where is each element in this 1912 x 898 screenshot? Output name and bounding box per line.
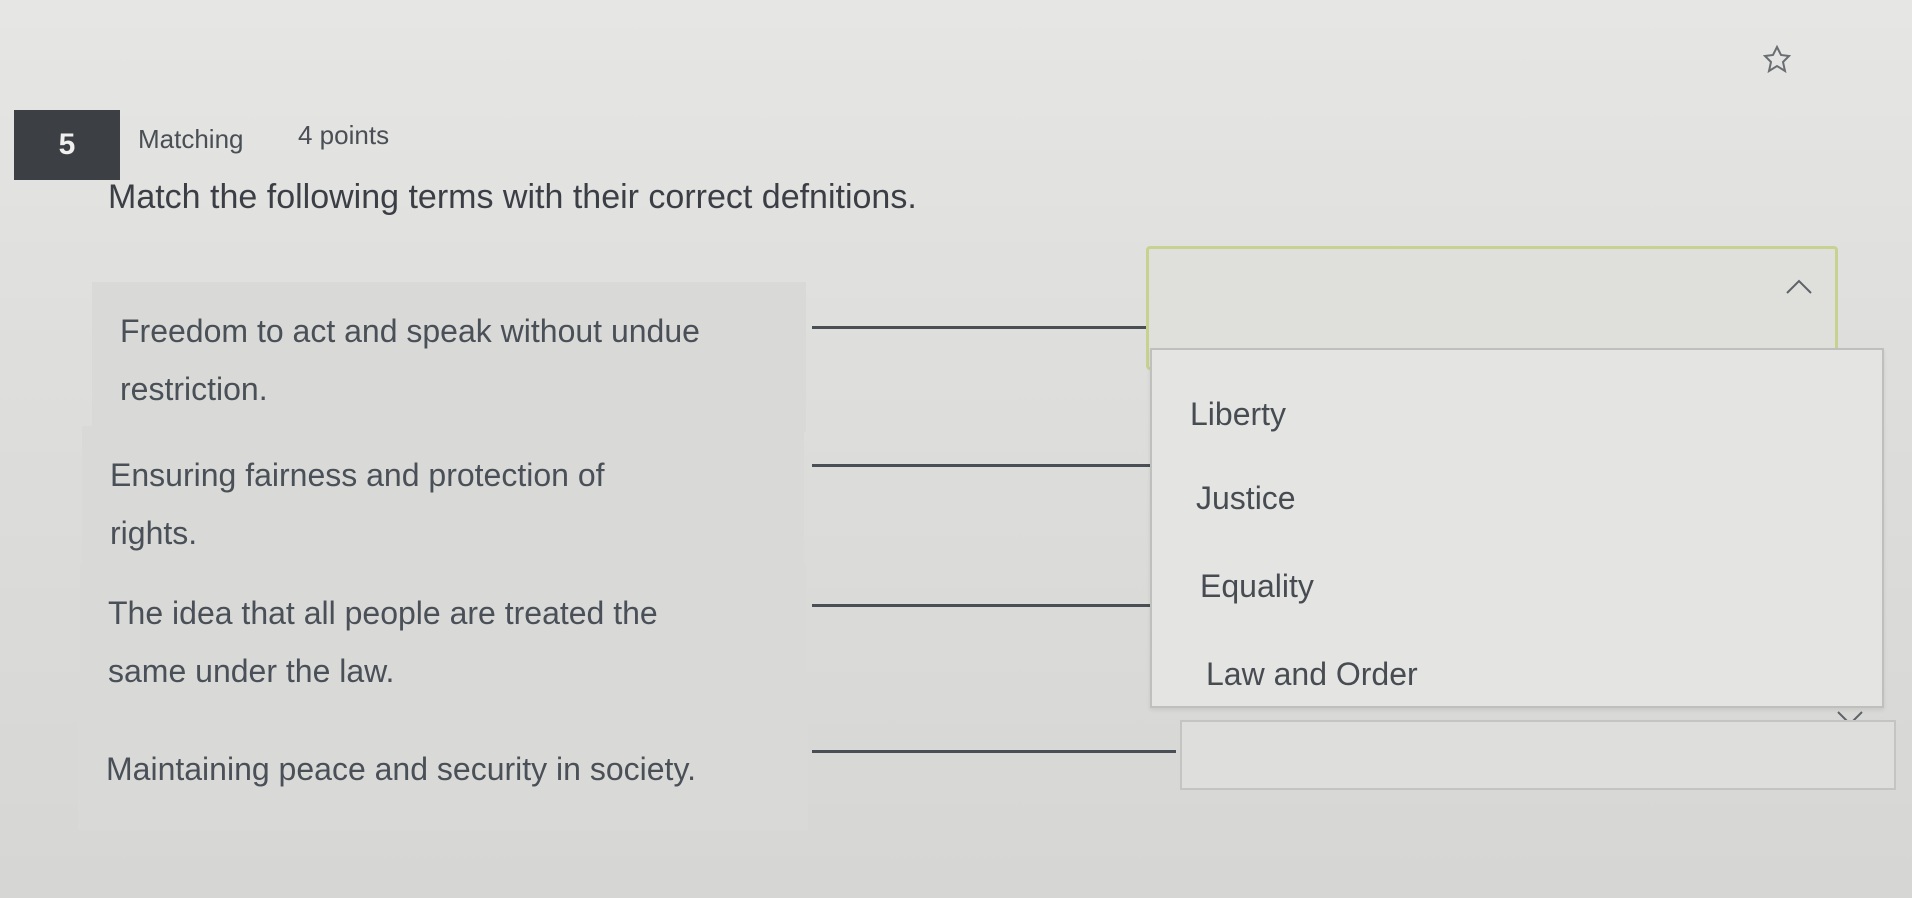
- prompt-card-3: The idea that all people are treated the…: [80, 564, 806, 714]
- prompt-card-1: Freedom to act and speak without undue r…: [92, 282, 806, 432]
- prompt-text-line-1: Maintaining peace and security in societ…: [106, 751, 696, 787]
- prompt-text-line-2: same under the law.: [108, 653, 395, 689]
- question-points-label: 4 points: [298, 120, 390, 150]
- pin-icon[interactable]: [1762, 44, 1792, 74]
- prompt-text-line-2: rights.: [110, 515, 198, 551]
- dropdown-option-liberty[interactable]: Liberty: [1190, 396, 1286, 433]
- question-number-badge: 5: [14, 110, 120, 180]
- dropdown-option-equality[interactable]: Equality: [1200, 568, 1314, 605]
- prompt-text-line-1: Ensuring fairness and protection of: [110, 457, 605, 493]
- dropdown-option-law-and-order[interactable]: Law and Order: [1206, 656, 1418, 693]
- prompt-card-4: Maintaining peace and security in societ…: [78, 720, 808, 830]
- question-type-label: Matching: [138, 124, 244, 154]
- answer-line-3: [812, 604, 1156, 607]
- prompt-text-line-1: Freedom to act and speak without undue: [120, 313, 700, 349]
- dropdown-option-justice[interactable]: Justice: [1196, 480, 1296, 517]
- answer-line-1: [812, 326, 1148, 329]
- prompt-text-line-1: The idea that all people are treated the: [108, 595, 658, 631]
- question-instructions: Match the following terms with their cor…: [108, 178, 917, 216]
- prompt-card-2: Ensuring fairness and protection of righ…: [82, 426, 804, 572]
- answer-line-4: [812, 750, 1176, 753]
- dropdown-options-list[interactable]: Liberty Justice Equality Law and Order: [1150, 348, 1884, 708]
- answer-line-2: [812, 464, 1156, 467]
- answer-dropdown-4[interactable]: [1180, 720, 1896, 790]
- prompt-text-line-2: restriction.: [120, 371, 268, 407]
- chevron-up-icon[interactable]: [1785, 277, 1813, 295]
